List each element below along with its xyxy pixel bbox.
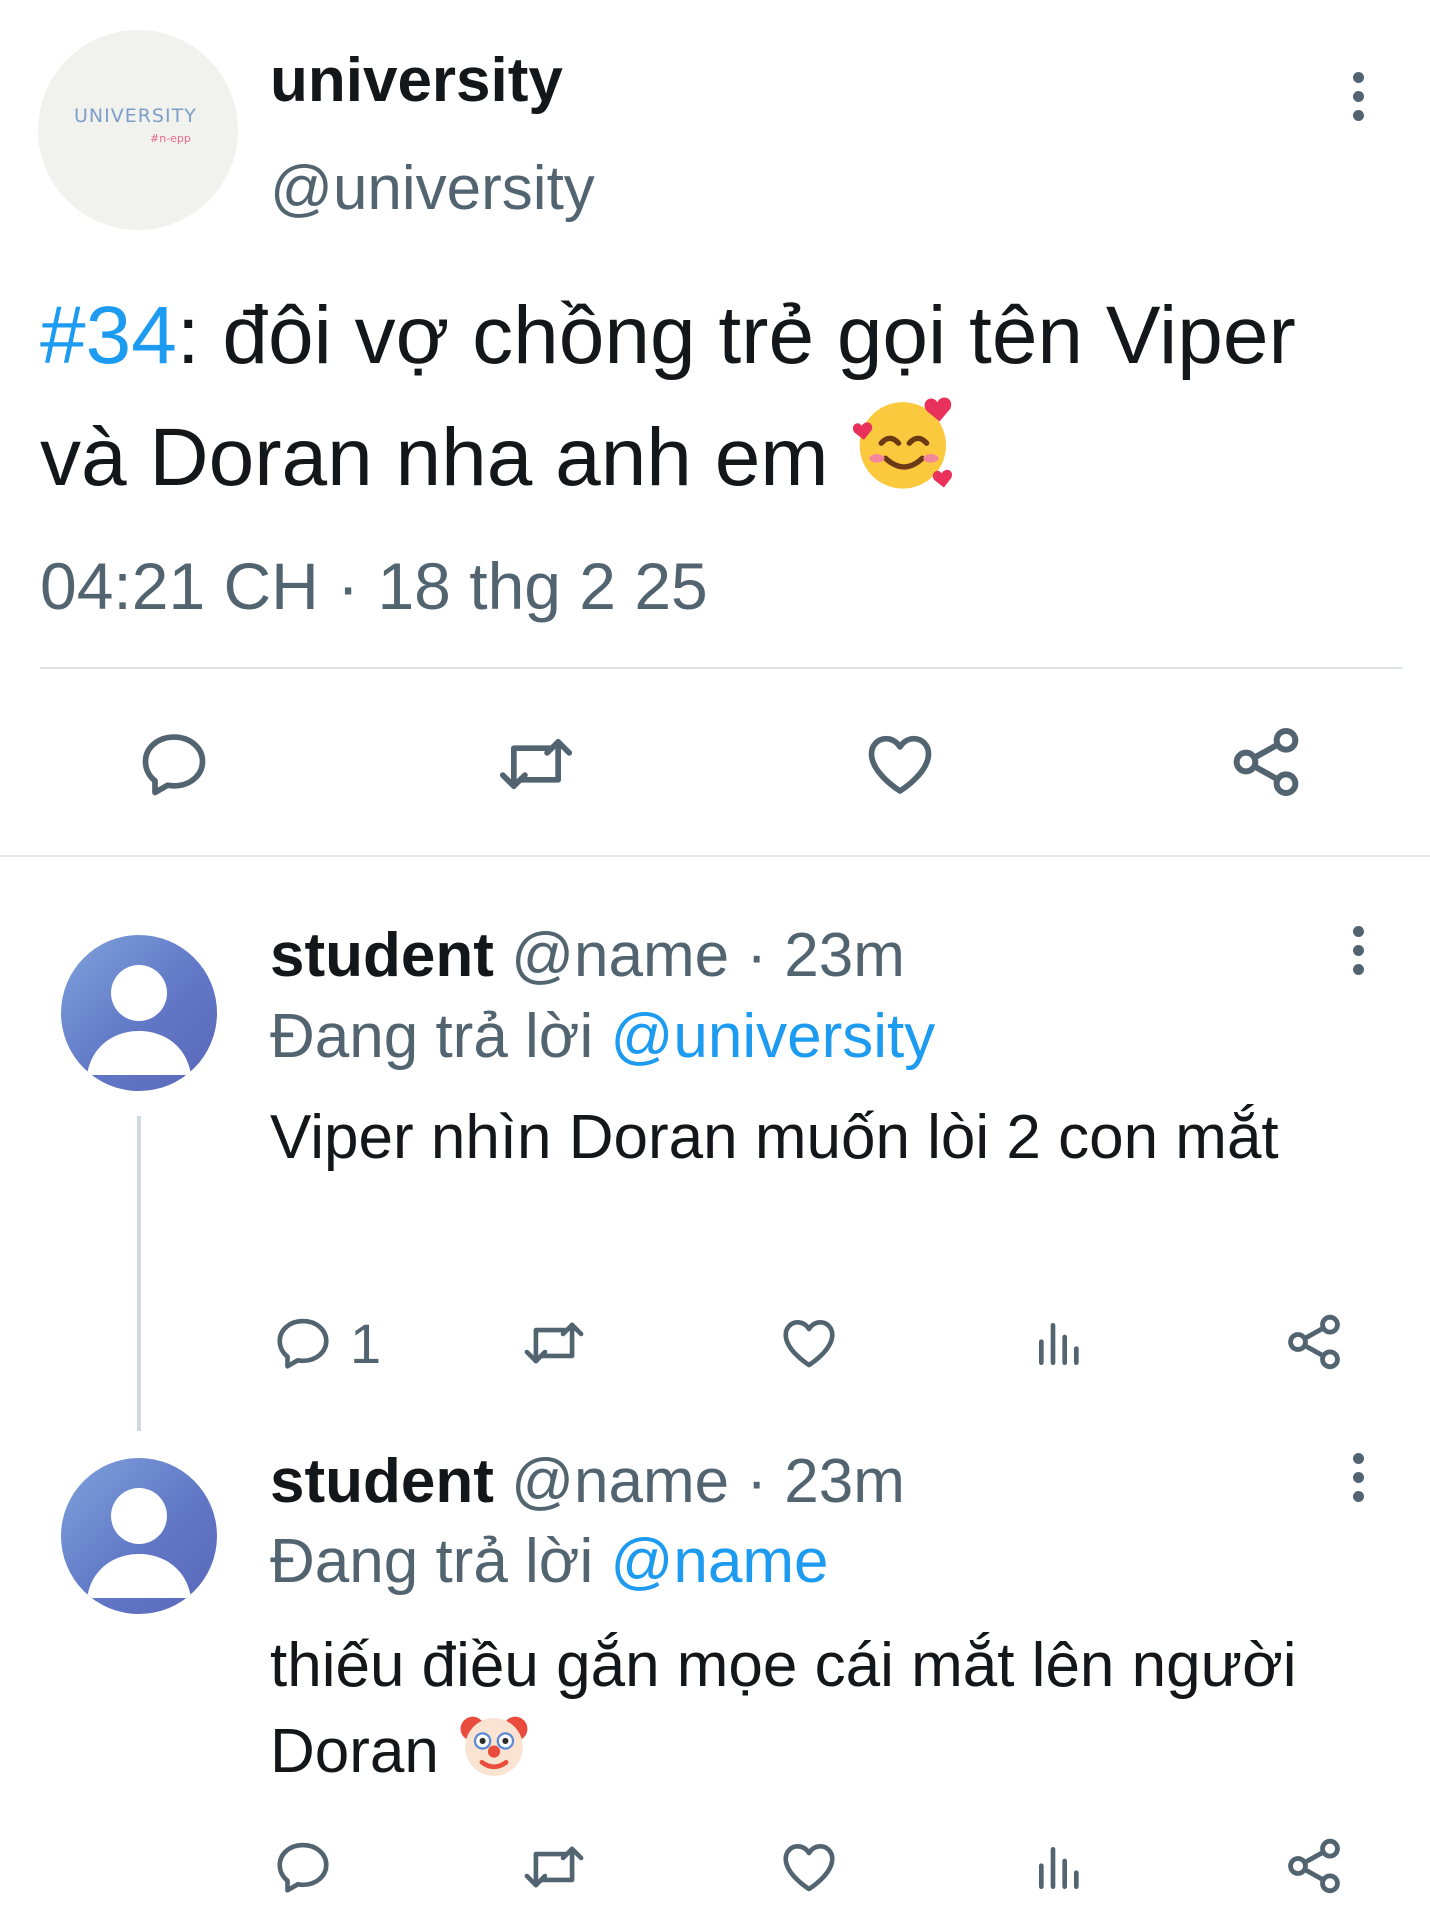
share-button[interactable]: [1226, 722, 1306, 802]
like-button[interactable]: [862, 726, 938, 802]
default-user-icon: [87, 1488, 191, 1598]
share-icon: [1288, 1838, 1340, 1894]
retweet-button[interactable]: [520, 1836, 588, 1898]
heart-icon: [783, 1320, 835, 1368]
tweet-text: #34: đôi vợ chồng trẻ gọi tên Viper và D…: [40, 285, 1410, 509]
reply-display-name[interactable]: student: [270, 1447, 494, 1516]
reply-avatar[interactable]: [61, 1458, 217, 1614]
tweet-timestamp[interactable]: 04:21 CH · 18 thg 2 25: [40, 553, 708, 619]
analytics-icon: [1039, 1847, 1079, 1889]
reply-text: Viper nhìn Doran muốn lòi 2 con mắt: [270, 1103, 1279, 1172]
divider: [40, 667, 1402, 669]
retweet-icon: [499, 738, 573, 790]
reply-text-body: thiếu điều gắn mọe cái mắt lên người Dor…: [270, 1631, 1297, 1786]
reply-header: student @name · 23m: [270, 1451, 905, 1513]
clown-face-icon: [460, 1716, 528, 1776]
share-button[interactable]: [1282, 1310, 1346, 1374]
reply-display-name[interactable]: student: [270, 921, 494, 990]
dot-icon: [1352, 90, 1364, 102]
reply-count: 1: [350, 1312, 382, 1375]
reply-button[interactable]: [136, 726, 212, 802]
replying-prefix: Đang trả lời: [270, 1002, 594, 1071]
reply-icon: [142, 734, 206, 796]
dot-icon: [1352, 944, 1364, 956]
retweet-button[interactable]: [494, 726, 578, 802]
retweet-button[interactable]: [520, 1312, 588, 1374]
views-button[interactable]: [1032, 1316, 1088, 1372]
dot-icon: [1352, 1452, 1364, 1464]
avatar-text: UNIVERSITY: [74, 105, 197, 127]
share-button[interactable]: [1282, 1834, 1346, 1898]
dot-icon: [1352, 925, 1364, 937]
reply-text: thiếu điều gắn mọe cái mắt lên người Dor…: [270, 1626, 1330, 1792]
avatar-image: UNIVERSITY #n-epp: [74, 105, 197, 145]
reply-button[interactable]: [272, 1836, 334, 1898]
dot-icon: [1352, 1490, 1364, 1502]
views-button[interactable]: [1032, 1840, 1088, 1896]
mention-link[interactable]: @university: [610, 1002, 935, 1071]
reply-more-options-button[interactable]: [1328, 1437, 1388, 1517]
smiling-face-with-hearts-icon: [853, 397, 953, 489]
author-handle[interactable]: @university: [270, 158, 595, 220]
dot-icon: [1352, 109, 1364, 121]
replying-to-line: Đang trả lời @name: [270, 1531, 829, 1593]
replying-prefix: Đang trả lời: [270, 1527, 594, 1596]
reply-handle-time[interactable]: @name · 23m: [511, 1447, 905, 1516]
reply-handle-time[interactable]: @name · 23m: [511, 921, 905, 990]
author-display-name[interactable]: university: [270, 50, 563, 112]
heart-icon: [783, 1844, 835, 1892]
mention-link[interactable]: @name: [610, 1527, 828, 1596]
like-button[interactable]: [778, 1836, 840, 1898]
default-user-icon: [87, 965, 191, 1075]
reply-header: student @name · 23m: [270, 925, 905, 987]
share-icon: [1233, 728, 1299, 796]
thread-connector-line: [137, 1116, 141, 1431]
like-button[interactable]: [778, 1312, 840, 1374]
reply-icon: [277, 1318, 329, 1369]
reply-more-options-button[interactable]: [1328, 910, 1388, 990]
reply-button[interactable]: [272, 1312, 334, 1374]
avatar-subtext: #n-epp: [150, 132, 191, 145]
hashtag-link[interactable]: #34: [40, 290, 177, 381]
tweet-text-line2: và Doran nha anh em: [40, 412, 829, 503]
reply-avatar[interactable]: [61, 935, 217, 1091]
retweet-icon: [524, 1846, 584, 1888]
dot-icon: [1352, 963, 1364, 975]
heart-icon: [868, 735, 932, 794]
replying-to-line: Đang trả lời @university: [270, 1006, 935, 1068]
tweet-text-line1: : đôi vợ chồng trẻ gọi tên Viper: [176, 290, 1296, 381]
university-avatar[interactable]: UNIVERSITY #n-epp: [38, 30, 238, 230]
reply-icon: [277, 1842, 329, 1893]
retweet-icon: [524, 1322, 584, 1364]
dot-icon: [1352, 71, 1364, 83]
share-icon: [1288, 1314, 1340, 1370]
tweet-more-options-button[interactable]: [1328, 56, 1388, 136]
analytics-icon: [1039, 1323, 1079, 1365]
dot-icon: [1352, 1471, 1364, 1483]
divider: [0, 855, 1430, 857]
